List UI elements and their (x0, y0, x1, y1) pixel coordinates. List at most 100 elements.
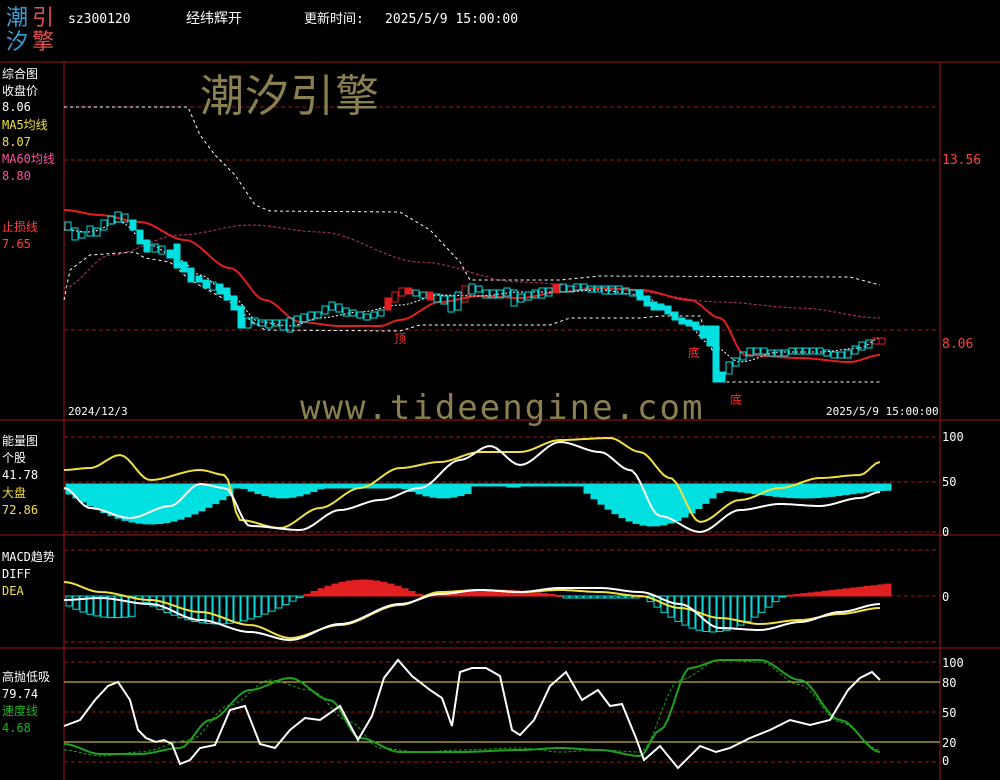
candle (258, 319, 266, 327)
energy-bar (163, 483, 171, 524)
candle (468, 283, 476, 295)
macd-bar (611, 595, 619, 599)
energy-bar (506, 483, 514, 488)
candle (86, 225, 94, 237)
energy-bar (751, 483, 759, 495)
energy-bar (863, 483, 871, 493)
close-label: 收盘价 (2, 84, 39, 98)
macd-bar (408, 590, 416, 597)
candle (342, 307, 350, 317)
energy-bar (310, 483, 318, 492)
energy-bar (373, 483, 381, 489)
macd-bar (821, 590, 829, 597)
candle (802, 347, 810, 355)
candle (837, 351, 845, 359)
speed-value: 4.68 (2, 721, 31, 735)
energy-title: 能量图 (2, 434, 39, 448)
energy-bar (695, 483, 703, 509)
candle (202, 279, 210, 289)
macd-bar (359, 579, 367, 597)
energy-bar (303, 483, 311, 495)
macd-bar (254, 595, 262, 618)
energy-bar (583, 483, 591, 494)
macd-bar (198, 595, 206, 624)
energy-bar (191, 483, 199, 515)
macd-bar (541, 593, 549, 597)
macd-bar (317, 588, 325, 597)
candle (419, 291, 427, 299)
energy-bar (541, 483, 549, 487)
ma5-value: 8.07 (2, 135, 31, 149)
candle (187, 267, 195, 283)
macd-bar (296, 595, 304, 599)
stop-line (63, 209, 881, 363)
candle (788, 347, 796, 355)
candle (760, 347, 768, 355)
energy-bar (247, 483, 255, 492)
macd-bar (863, 585, 871, 597)
energy-bar (338, 483, 346, 489)
macd-bar (723, 595, 731, 631)
macd-bar (261, 595, 269, 615)
energy-bar (93, 483, 101, 510)
energy-bar (569, 483, 577, 487)
energy-bar (660, 483, 668, 526)
candle (363, 313, 371, 321)
candle (100, 219, 108, 231)
energy-bar (590, 483, 598, 500)
macd-bar (191, 595, 199, 623)
energy-bar (254, 483, 262, 495)
candle (830, 351, 838, 359)
candle (209, 281, 217, 291)
macd-bar (856, 586, 864, 597)
macd-bar (814, 591, 822, 597)
energy-bar (457, 483, 465, 497)
energy-bar (142, 483, 150, 525)
candle (180, 261, 188, 273)
ma5-label: MA5均线 (2, 118, 48, 132)
macd-bar (786, 594, 794, 597)
candle (405, 287, 413, 295)
macd-bar (730, 595, 738, 629)
energy-bar (345, 483, 353, 489)
energy-bar (744, 483, 752, 494)
candle (781, 349, 789, 357)
candle (865, 339, 873, 349)
energy-bar (653, 483, 661, 527)
candle (356, 311, 364, 319)
energy-bar (401, 483, 409, 490)
macd-bar (415, 593, 423, 597)
energy-bar (597, 483, 605, 505)
energy-bar (268, 483, 276, 498)
hilo-axis-20: 20 (942, 736, 957, 750)
candle (237, 305, 245, 329)
candle (503, 287, 511, 297)
macd-bar (401, 588, 409, 597)
macd-bar (219, 595, 227, 625)
macd-bar (751, 595, 759, 618)
energy-bar (849, 483, 857, 495)
energy-bar (296, 483, 304, 497)
energy-bar (492, 483, 500, 487)
macd-bar (765, 595, 773, 608)
macd-bar (835, 589, 843, 597)
energy-bar (464, 483, 472, 495)
stop-value: 7.65 (2, 237, 31, 251)
macd-bar (380, 581, 388, 597)
energy-bar (436, 483, 444, 499)
macd-bar (233, 595, 241, 623)
energy-bar (289, 483, 297, 498)
macd-bar (583, 595, 591, 599)
logo-char-3: 汐 (6, 30, 29, 55)
candle (650, 301, 658, 311)
energy-bar (870, 483, 878, 492)
candle (858, 341, 866, 351)
macd-bar (807, 592, 815, 597)
energy-bar (828, 483, 836, 497)
macd-bar (877, 584, 885, 597)
macd-bar (72, 595, 80, 610)
energy-axis-0: 0 (942, 525, 950, 539)
main-title: 综合图 (2, 67, 39, 81)
macd-bar (758, 595, 766, 613)
energy-bar (121, 483, 129, 521)
